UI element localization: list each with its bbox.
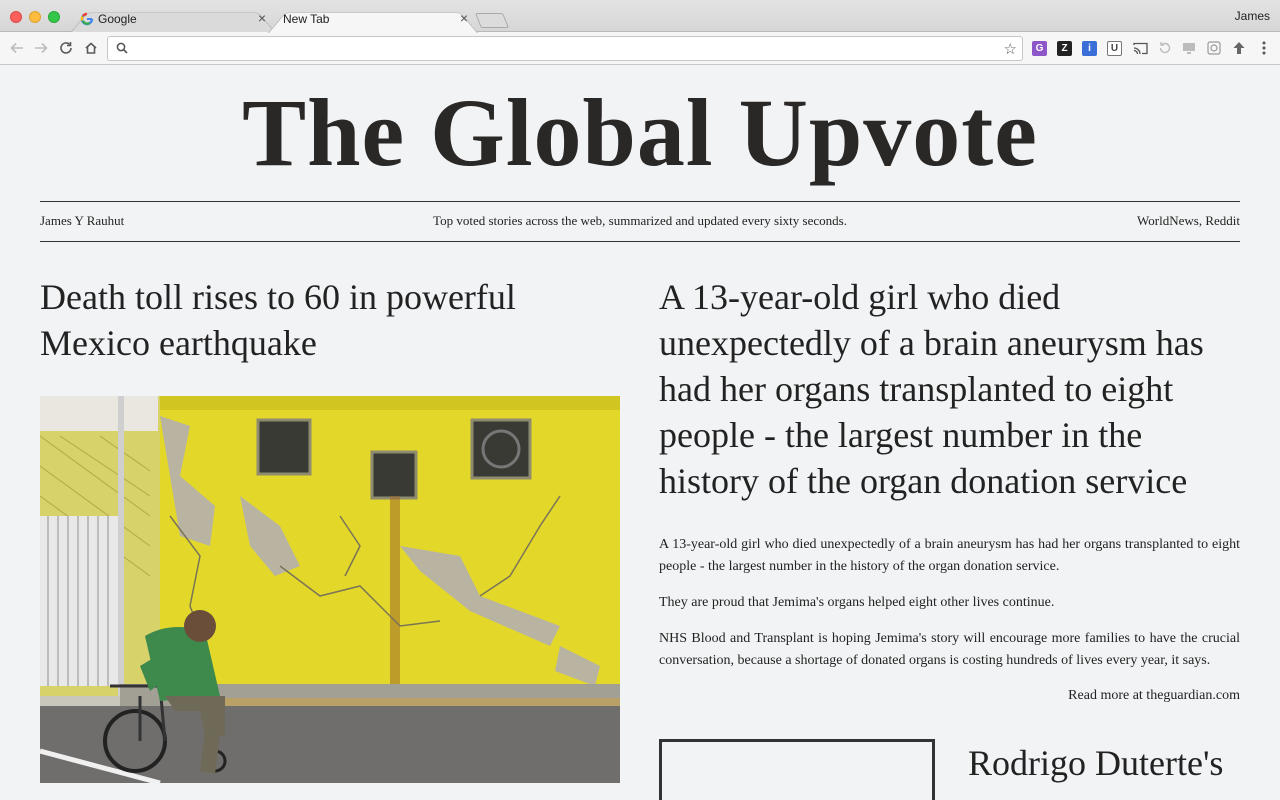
divider-top [40, 201, 1240, 202]
g-extension-icon[interactable]: G [1032, 41, 1047, 56]
more-menu-icon[interactable] [1255, 39, 1273, 57]
info-extension-icon[interactable]: i [1082, 41, 1097, 56]
lead-story-headline[interactable]: Death toll rises to 60 in powerful Mexic… [40, 274, 600, 366]
bookmark-star-icon[interactable]: ☆ [1004, 40, 1017, 58]
upload-arrow-icon[interactable] [1230, 39, 1248, 57]
profile-button[interactable]: James [1235, 9, 1270, 23]
home-icon[interactable] [82, 39, 100, 57]
read-more-link[interactable]: Read more at theguardian.com [1068, 688, 1240, 704]
story-headline[interactable]: A 13-year-old girl who died unexpectedly… [659, 274, 1240, 504]
tab-label: Google [98, 12, 137, 26]
zoom-window-button[interactable] [48, 11, 60, 23]
address-bar[interactable]: ☆ [107, 36, 1023, 61]
back-arrow-icon[interactable] [8, 39, 26, 57]
story-image-frame [659, 739, 935, 800]
search-icon [116, 42, 128, 54]
story-body: A 13-year-old girl who died unexpectedly… [659, 534, 1240, 686]
site-tagline: Top voted stories across the web, summar… [433, 213, 847, 228]
puzzle-extension-icon[interactable] [1205, 39, 1223, 57]
u-extension-icon[interactable]: U [1107, 41, 1122, 56]
screen-extension-icon[interactable] [1180, 39, 1198, 57]
close-tab-icon[interactable]: × [460, 10, 468, 26]
tab-strip: Google × New Tab × James [0, 0, 1280, 33]
reload-icon[interactable] [57, 39, 75, 57]
story-paragraph: They are proud that Jemima's organs help… [659, 595, 1055, 610]
tab-google[interactable]: Google × [70, 7, 276, 33]
forward-arrow-icon[interactable] [32, 39, 50, 57]
close-tab-icon[interactable]: × [258, 10, 266, 26]
address-input[interactable] [134, 39, 994, 58]
story-paragraph: NHS Blood and Transplant is hoping Jemim… [659, 631, 1240, 668]
source-list: WorldNews, Reddit [1137, 213, 1240, 228]
browser-toolbar: ☆ G Z i U [0, 32, 1280, 65]
divider-bottom [40, 241, 1240, 242]
masthead-title: The Global Upvote [242, 79, 1038, 186]
newspaper-page: The Global Upvote James Y Rauhut Top vot… [0, 66, 1280, 800]
z-extension-icon[interactable]: Z [1057, 41, 1072, 56]
close-window-button[interactable] [10, 11, 22, 23]
tab-label: New Tab [283, 12, 330, 26]
history-icon[interactable] [1156, 39, 1174, 57]
new-tab-button[interactable] [474, 13, 510, 28]
cast-icon[interactable] [1131, 39, 1149, 57]
minimize-window-button[interactable] [29, 11, 41, 23]
story-paragraph: A 13-year-old girl who died unexpectedly… [659, 537, 1240, 574]
story-headline[interactable]: Rodrigo Duterte's [968, 740, 1240, 786]
lead-story-photo [40, 396, 620, 783]
google-favicon-icon [80, 12, 94, 26]
tab-new-tab[interactable]: New Tab × [268, 7, 478, 33]
